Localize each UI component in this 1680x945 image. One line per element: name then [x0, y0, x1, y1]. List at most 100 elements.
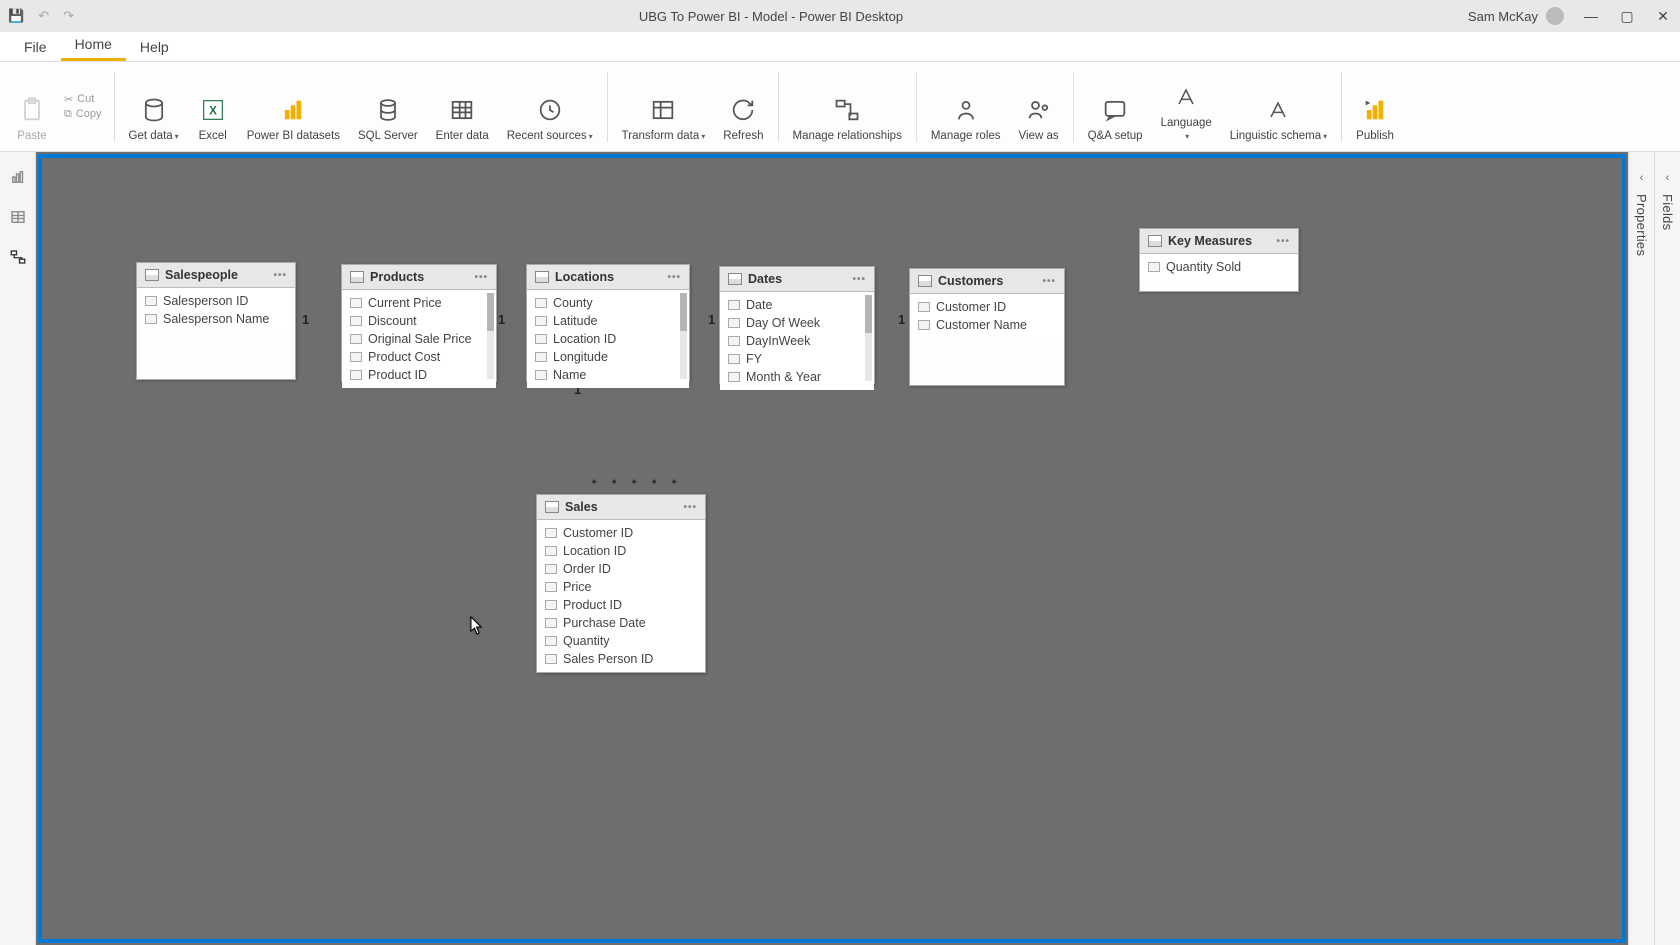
cut-button: ✂Cut — [64, 93, 102, 106]
excel-button[interactable]: X Excel — [189, 66, 237, 148]
qa-setup-button[interactable]: Q&A setup — [1080, 66, 1151, 148]
chevron-left-icon[interactable]: ‹ — [1666, 172, 1670, 184]
cardinality-many: * — [612, 478, 616, 490]
transform-data-button[interactable]: Transform data — [614, 66, 714, 148]
table-icon — [535, 271, 549, 283]
tab-help[interactable]: Help — [126, 33, 183, 61]
menu-tabs: File Home Help — [0, 32, 1680, 62]
title-bar: 💾 ↶ ↷ UBG To Power BI - Model - Power BI… — [0, 0, 1680, 32]
table-icon — [1148, 235, 1162, 247]
table-row[interactable]: Customer ID — [910, 298, 1064, 316]
cardinality-many: * — [592, 478, 596, 490]
table-row[interactable]: Original Sale Price — [342, 330, 496, 348]
redo-icon[interactable]: ↷ — [63, 8, 74, 24]
table-row[interactable]: Location ID — [537, 542, 705, 560]
table-row[interactable]: Product Cost — [342, 348, 496, 366]
more-icon[interactable]: ••• — [273, 270, 287, 281]
avatar[interactable] — [1546, 7, 1564, 25]
table-products[interactable]: Products ••• Current Price Discount Origi… — [341, 264, 497, 382]
table-row[interactable]: Quantity Sold — [1140, 258, 1298, 276]
table-row[interactable]: Product ID — [537, 596, 705, 614]
fields-pane-collapsed[interactable]: ‹ Fields — [1654, 152, 1680, 945]
get-data-button[interactable]: Get data — [121, 66, 187, 148]
table-row[interactable]: Salesperson Name — [137, 310, 295, 328]
tab-file[interactable]: File — [10, 33, 61, 61]
copy-button: ⧉Copy — [64, 108, 102, 121]
data-view-icon[interactable] — [7, 206, 29, 228]
table-row[interactable]: Current Price — [342, 294, 496, 312]
relationships-icon — [831, 94, 863, 126]
properties-pane-collapsed[interactable]: ‹ Properties — [1628, 152, 1654, 945]
table-row[interactable]: Customer Name — [910, 316, 1064, 334]
table-icon — [350, 271, 364, 283]
table-sales[interactable]: Sales••• Customer ID Location ID Order I… — [536, 494, 706, 673]
table-title: Products — [370, 270, 424, 284]
table-row[interactable]: County — [527, 294, 689, 312]
minimize-icon[interactable]: ― — [1582, 8, 1600, 25]
cardinality-many: * — [632, 478, 636, 490]
table-row[interactable]: Order ID — [537, 560, 705, 578]
pbi-datasets-button[interactable]: Power BI datasets — [239, 66, 348, 148]
language-button[interactable]: Language — [1153, 66, 1220, 148]
table-dates[interactable]: Dates••• Date Day Of Week DayInWeek FY M… — [719, 266, 875, 384]
table-key-measures[interactable]: Key Measures••• Quantity Sold — [1139, 228, 1299, 292]
database-icon — [138, 94, 170, 126]
more-icon[interactable]: ••• — [1042, 276, 1056, 287]
manage-roles-button[interactable]: Manage roles — [923, 66, 1009, 148]
tab-home[interactable]: Home — [61, 30, 126, 61]
more-icon[interactable]: ••• — [474, 272, 488, 283]
chevron-left-icon[interactable]: ‹ — [1640, 172, 1644, 184]
table-customers[interactable]: Customers ••• Customer ID Customer Name — [909, 268, 1065, 386]
table-row[interactable]: Salesperson ID — [137, 292, 295, 310]
table-row[interactable]: Price — [537, 578, 705, 596]
table-salespeople[interactable]: Salespeople ••• Salesperson ID Salesperso… — [136, 262, 296, 380]
table-row[interactable]: Purchase Date — [537, 614, 705, 632]
more-icon[interactable]: ••• — [1276, 236, 1290, 247]
table-row[interactable]: DayInWeek — [720, 332, 874, 350]
user-name: Sam McKay — [1468, 9, 1538, 24]
model-view-icon[interactable] — [7, 246, 29, 268]
table-title: Customers — [938, 274, 1003, 288]
enter-data-button[interactable]: Enter data — [428, 66, 497, 148]
recent-sources-button[interactable]: Recent sources — [499, 66, 601, 148]
sql-server-button[interactable]: SQL Server — [350, 66, 426, 148]
more-icon[interactable]: ••• — [683, 502, 697, 513]
table-row[interactable]: Day Of Week — [720, 314, 874, 332]
table-locations[interactable]: Locations••• County Latitude Location ID… — [526, 264, 690, 382]
table-title: Salespeople — [165, 268, 238, 282]
table-row[interactable]: Longitude — [527, 348, 689, 366]
field-icon — [145, 296, 157, 306]
recent-icon — [534, 94, 566, 126]
table-row[interactable]: Name — [527, 366, 689, 384]
publish-button[interactable]: Publish — [1348, 66, 1402, 148]
undo-icon[interactable]: ↶ — [38, 8, 49, 24]
report-view-icon[interactable] — [7, 166, 29, 188]
schema-icon — [1262, 94, 1294, 126]
table-row[interactable]: Product ID — [342, 366, 496, 384]
table-icon — [145, 269, 159, 281]
table-row[interactable]: Quantity — [537, 632, 705, 650]
view-as-button[interactable]: View as — [1011, 66, 1067, 148]
table-row[interactable]: FY — [720, 350, 874, 368]
more-icon[interactable]: ••• — [852, 274, 866, 285]
table-row[interactable]: Location ID — [527, 330, 689, 348]
scissors-icon: ✂ — [64, 93, 73, 106]
table-row[interactable]: Discount — [342, 312, 496, 330]
model-canvas[interactable]: 1 1 1 1 1 * * * * * Salespeople••• Sales… — [36, 152, 1628, 945]
properties-label: Properties — [1634, 194, 1649, 256]
publish-icon — [1359, 94, 1391, 126]
table-row[interactable]: Latitude — [527, 312, 689, 330]
table-icon — [446, 94, 478, 126]
maximize-icon[interactable]: ▢ — [1618, 8, 1636, 25]
table-row[interactable]: Customer ID — [537, 524, 705, 542]
linguistic-schema-button[interactable]: Linguistic schema — [1222, 66, 1335, 148]
close-icon[interactable]: ✕ — [1654, 8, 1672, 25]
more-icon[interactable]: ••• — [667, 272, 681, 283]
table-row[interactable]: Date — [720, 296, 874, 314]
refresh-button[interactable]: Refresh — [715, 66, 771, 148]
save-icon[interactable]: 💾 — [8, 8, 24, 24]
fields-label: Fields — [1660, 194, 1675, 230]
table-row[interactable]: Sales Person ID — [537, 650, 705, 668]
manage-relationships-button[interactable]: Manage relationships — [785, 66, 910, 148]
table-row[interactable]: Month & Year — [720, 368, 874, 386]
